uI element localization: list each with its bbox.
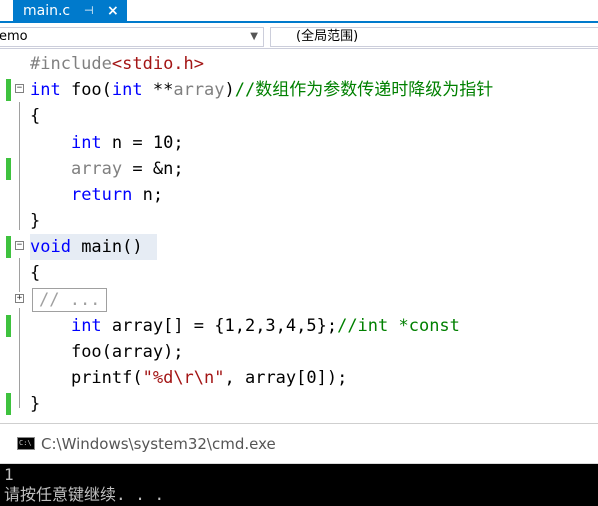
statement: n; [132, 185, 164, 205]
scope-dropdown[interactable]: (全局范围) [270, 27, 598, 47]
code-line-3[interactable]: { [0, 103, 598, 129]
preprocessor-directive: #include [30, 54, 112, 74]
change-marker [6, 158, 11, 180]
function-signature: main() [70, 237, 143, 257]
parameter-name: array [70, 159, 123, 179]
statement: foo(array); [70, 342, 184, 362]
code-line-8[interactable]: − void main() [0, 234, 598, 260]
change-marker [6, 393, 11, 415]
fold-collapse-icon[interactable]: − [15, 84, 24, 93]
console-line: 1 [4, 465, 14, 484]
change-marker [6, 236, 11, 258]
code-comment: //数组作为参数传递时降级为指针 [234, 80, 494, 100]
code-line-11[interactable]: int array[] = {1,2,3,4,5};//int *const [0, 313, 598, 339]
tab-filename: main.c [23, 3, 71, 19]
include-header: <stdio.h> [111, 54, 205, 74]
brace: { [30, 263, 41, 283]
code-line-10[interactable]: + // ... [0, 287, 598, 313]
cmd-icon: C:\ [17, 437, 35, 450]
tab-main-c[interactable]: main.c ⊣ × [13, 0, 127, 22]
navigation-bar: emo ▼ (全局范围) [0, 25, 598, 49]
code-line-4[interactable]: int n = 10; [0, 130, 598, 156]
console-window[interactable]: C:\ C:\Windows\system32\cmd.exe 1 请按任意键继续… [0, 423, 598, 506]
chevron-down-icon[interactable]: ▼ [250, 28, 258, 46]
code-line-6[interactable]: return n; [0, 182, 598, 208]
pointer-token: ** [142, 80, 174, 100]
code-comment: //int *const [337, 316, 460, 336]
paren-close: ) [224, 80, 235, 100]
fold-expand-icon[interactable]: + [15, 294, 24, 303]
console-output: 1 请按任意键继续. . . [4, 465, 598, 505]
console-title-bar[interactable]: C:\ C:\Windows\system32\cmd.exe [0, 424, 598, 464]
code-line-7[interactable]: } [0, 208, 598, 234]
keyword: void [30, 237, 71, 257]
brace: } [30, 394, 41, 414]
console-title: C:\Windows\system32\cmd.exe [41, 435, 276, 453]
function-name: foo( [60, 80, 112, 100]
function-call: printf( [70, 368, 143, 388]
brace: { [30, 106, 41, 126]
keyword: int [70, 133, 102, 153]
fold-collapse-icon[interactable]: − [15, 241, 24, 250]
keyword: int [111, 80, 143, 100]
scope-label: (全局范围) [296, 29, 359, 44]
console-line: 请按任意键继续. . . [4, 485, 165, 504]
statement: n = 10; [101, 133, 184, 153]
keyword: int [70, 316, 102, 336]
code-editor[interactable]: #include<stdio.h> − int foo(int **array)… [0, 50, 598, 422]
keyword: int [30, 80, 61, 100]
brace: } [30, 211, 41, 231]
code-line-9[interactable]: { [0, 260, 598, 286]
parameter-name: array [173, 80, 225, 100]
code-line-2[interactable]: − int foo(int **array)//数组作为参数传递时降级为指针 [0, 77, 598, 103]
statement: = &n; [122, 159, 184, 179]
change-marker [6, 79, 11, 101]
close-icon[interactable]: × [107, 0, 119, 22]
change-marker [6, 315, 11, 337]
code-line-13[interactable]: printf("%d\r\n", array[0]); [0, 365, 598, 391]
collapsed-region[interactable]: // ... [32, 288, 108, 312]
statement: array[] = {1,2,3,4,5}; [101, 316, 338, 336]
keyword: return [70, 185, 133, 205]
editor-tab-strip: main.c ⊣ × [0, 0, 598, 23]
statement: , array[0]); [224, 368, 348, 388]
pin-icon[interactable]: ⊣ [84, 0, 94, 22]
string-literal: "%d\r\n" [142, 368, 225, 388]
code-line-12[interactable]: foo(array); [0, 339, 598, 365]
code-line-1[interactable]: #include<stdio.h> [0, 51, 598, 77]
project-dropdown[interactable]: emo ▼ [0, 27, 264, 47]
project-name: emo [0, 29, 28, 44]
code-line-5[interactable]: array = &n; [0, 156, 598, 182]
code-line-14[interactable]: } [0, 391, 598, 417]
